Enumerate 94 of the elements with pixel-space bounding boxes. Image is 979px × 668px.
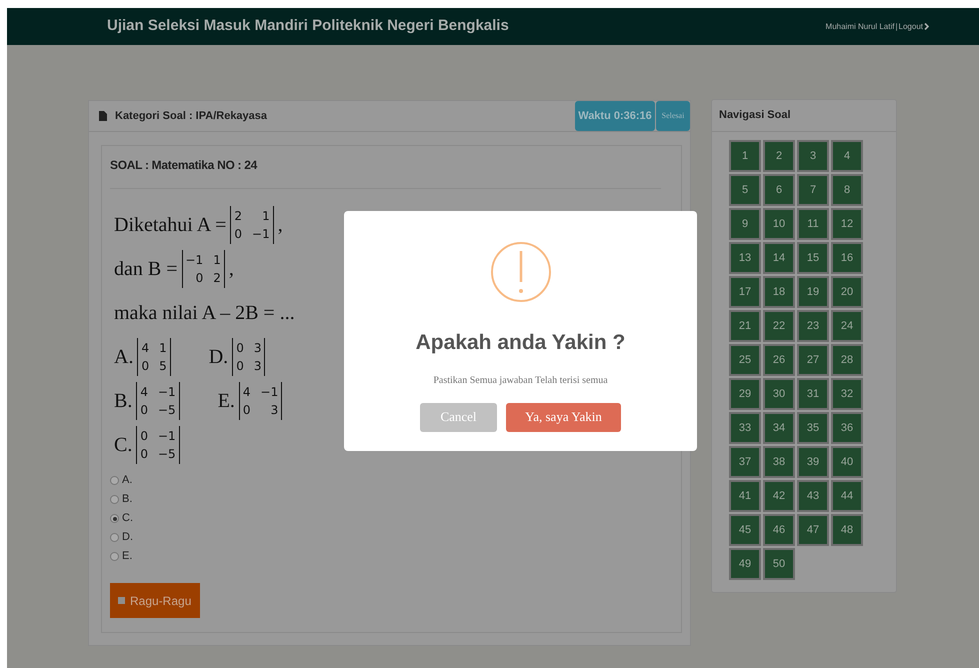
square-icon — [118, 597, 125, 604]
question-number-button[interactable]: 4 — [831, 140, 863, 172]
question-number-button[interactable]: 13 — [729, 242, 761, 274]
question-number-button[interactable]: 24 — [831, 310, 863, 342]
panel-title: Navigasi Soal — [719, 108, 791, 124]
warning-icon — [490, 240, 550, 304]
matrix: 4 −1 0 −5 — [136, 382, 180, 420]
radio-button[interactable] — [110, 495, 119, 504]
radio-button[interactable] — [110, 533, 119, 542]
question-number-button[interactable]: 37 — [729, 446, 761, 478]
finish-button[interactable]: Selesai — [656, 101, 690, 131]
question-text: dan B = — [114, 257, 178, 282]
radio-button[interactable] — [110, 552, 119, 561]
question-number-button[interactable]: 31 — [797, 378, 829, 410]
question-number-button[interactable]: 36 — [831, 412, 863, 444]
question-number-button[interactable]: 17 — [729, 276, 761, 308]
question-number-button[interactable]: 44 — [831, 480, 863, 512]
question-number-button[interactable]: 43 — [797, 480, 829, 512]
logout-link[interactable]: Logout — [898, 20, 923, 32]
user-name: Muhaimi Nurul Latif — [826, 20, 894, 32]
question-text: C. — [114, 433, 132, 458]
radio-button[interactable] — [110, 514, 119, 523]
doubt-button[interactable]: Ragu-Ragu — [110, 583, 200, 618]
question-text: , — [278, 213, 283, 238]
question-number-button[interactable]: 20 — [831, 276, 863, 308]
question-number-button[interactable]: 41 — [729, 480, 761, 512]
question-number-button[interactable]: 15 — [797, 242, 829, 274]
matrix: 0 −1 0 −5 — [136, 426, 180, 464]
question-number-button[interactable]: 39 — [797, 446, 829, 478]
question-text: , — [228, 257, 234, 282]
question-number-button[interactable]: 10 — [763, 208, 795, 240]
dialog-message: Pastikan Semua jawaban Telah terisi semua — [433, 374, 608, 388]
question-number-button[interactable]: 46 — [763, 514, 795, 546]
question-number-button[interactable]: 45 — [729, 514, 761, 546]
question-number-button[interactable]: 28 — [831, 344, 863, 376]
question-number-button[interactable]: 48 — [831, 514, 863, 546]
chevron-icon — [924, 23, 929, 30]
question-number-button[interactable]: 23 — [797, 310, 829, 342]
question-text: D. — [208, 345, 228, 370]
confirm-button[interactable]: Ya, saya Yakin — [506, 402, 621, 432]
dialog-title: Apakah anda Yakin ? — [416, 330, 626, 356]
question-number-button[interactable]: 35 — [797, 412, 829, 444]
question-number-button[interactable]: 50 — [763, 548, 795, 580]
question-text: B. — [114, 389, 132, 414]
question-number-button[interactable]: 25 — [729, 344, 761, 376]
option-label: C. — [122, 511, 133, 526]
matrix: 4 −1 0 3 — [238, 382, 282, 420]
question-number-button[interactable]: 7 — [797, 174, 829, 206]
question-number-button[interactable]: 1 — [729, 140, 761, 172]
question-number-button[interactable]: 6 — [763, 174, 795, 206]
question-text: Diketahui A = — [114, 213, 226, 238]
matrix: 2 1 0 −1 — [230, 206, 274, 244]
question-number-button[interactable]: 19 — [797, 276, 829, 308]
option-label: D. — [122, 530, 133, 546]
question-number-button[interactable]: 34 — [763, 412, 795, 444]
question-number-button[interactable]: 30 — [763, 378, 795, 410]
question-number-button[interactable]: 38 — [763, 446, 795, 478]
question-number-button[interactable]: 8 — [831, 174, 863, 206]
question-number-button[interactable]: 18 — [763, 276, 795, 308]
question-number-button[interactable]: 40 — [831, 446, 863, 478]
question-number-button[interactable]: 26 — [763, 344, 795, 376]
timer-button[interactable]: Waktu 0:36:16 — [575, 101, 655, 131]
question-number-button[interactable]: 14 — [763, 242, 795, 274]
question-number-button[interactable]: 12 — [831, 208, 863, 240]
question-text: E. — [218, 389, 235, 414]
question-number-button[interactable]: 2 — [763, 140, 795, 172]
question-number-button[interactable]: 33 — [729, 412, 761, 444]
question-heading: SOAL : Matematika NO : 24 — [110, 157, 258, 174]
question-number-button[interactable]: 47 — [797, 514, 829, 546]
question-number-button[interactable]: 49 — [729, 548, 761, 580]
question-number-button[interactable]: 29 — [729, 378, 761, 410]
question-number-button[interactable]: 22 — [763, 310, 795, 342]
question-number-button[interactable]: 27 — [797, 344, 829, 376]
question-number-button[interactable]: 9 — [729, 208, 761, 240]
question-text: A. — [114, 345, 134, 370]
question-number-button[interactable]: 32 — [831, 378, 863, 410]
document-icon — [99, 111, 107, 121]
radio-button[interactable] — [110, 476, 119, 485]
matrix: 0 3 0 3 — [232, 338, 266, 376]
question-text: maka nilai A – 2B = ... — [114, 301, 295, 326]
option-label: E. — [122, 549, 132, 564]
category-label: Kategori Soal : IPA/Rekayasa — [115, 108, 268, 124]
question-number-button[interactable]: 5 — [729, 174, 761, 206]
question-number-button[interactable]: 3 — [797, 140, 829, 172]
option-label: A. — [122, 473, 132, 488]
question-number-button[interactable]: 21 — [729, 310, 761, 342]
option-label: B. — [122, 492, 132, 508]
question-number-button[interactable]: 42 — [763, 480, 795, 512]
site-title: Ujian Seleksi Masuk Mandiri Politeknik Negeri Bengkalis — [107, 16, 509, 36]
matrix: 4 1 0 5 — [137, 338, 171, 376]
question-number-button[interactable]: 11 — [797, 208, 829, 240]
question-number-button[interactable]: 16 — [831, 242, 863, 274]
separator: | — [895, 20, 898, 32]
matrix: −1 1 0 2 — [182, 250, 225, 288]
